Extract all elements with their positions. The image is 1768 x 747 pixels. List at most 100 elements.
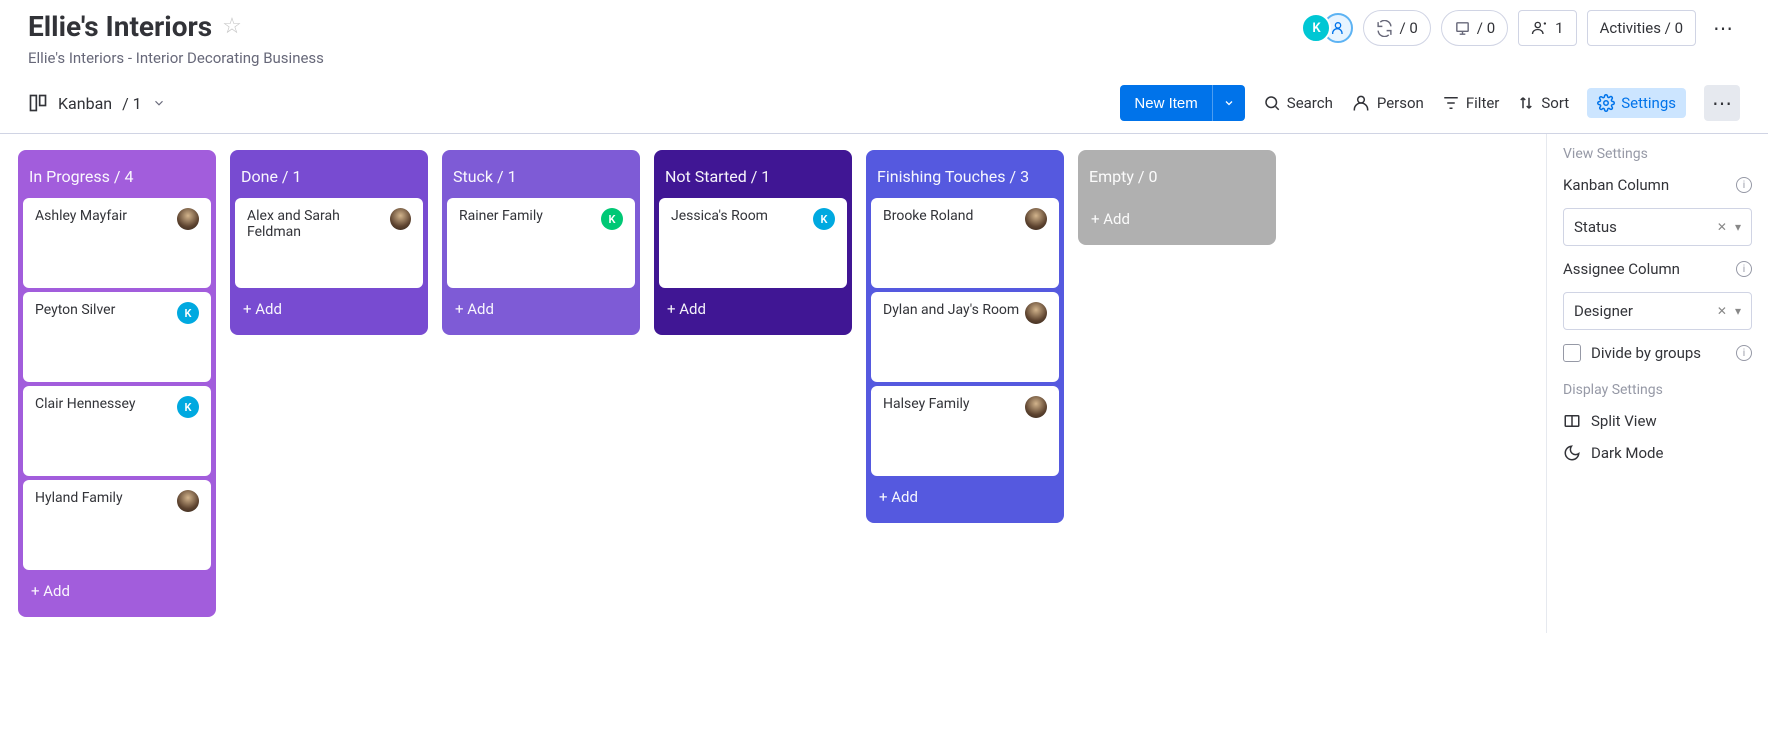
integrations-count-label: / 0 [1477,19,1495,37]
activities-button[interactable]: Activities / 0 [1587,10,1696,46]
kanban-column: Empty / 0+ Add [1078,150,1276,245]
moon-icon [1563,444,1581,462]
kanban-card[interactable]: Dylan and Jay's Room [871,292,1059,382]
column-header[interactable]: Empty / 0 [1083,155,1271,198]
dark-mode-option[interactable]: Dark Mode [1563,444,1752,462]
kanban-card[interactable]: Brooke Roland [871,198,1059,288]
chevron-down-icon[interactable]: ▾ [1735,220,1741,234]
assignee-avatar[interactable] [1025,396,1047,418]
kanban-card[interactable]: Hyland Family [23,480,211,570]
kanban-column: Stuck / 1 Rainer Family K + Add [442,150,640,335]
add-card-button[interactable]: + Add [447,288,635,330]
kanban-board: In Progress / 4 Ashley Mayfair Peyton Silv… [0,134,1546,633]
kanban-column: In Progress / 4 Ashley Mayfair Peyton Silv… [18,150,216,617]
assignee-avatar[interactable] [390,208,411,230]
column-header[interactable]: Not Started / 1 [659,155,847,198]
board-title[interactable]: Ellie's Interiors [28,10,212,43]
star-icon[interactable]: ☆ [222,14,242,39]
chevron-down-icon[interactable]: ▾ [1735,304,1741,318]
split-view-icon [1563,412,1581,430]
filter-icon [1442,94,1460,112]
add-card-button[interactable]: + Add [235,288,423,330]
clear-icon[interactable]: ✕ [1717,220,1727,234]
split-view-option[interactable]: Split View [1563,412,1752,430]
filter-label: Filter [1466,94,1500,112]
kanban-card[interactable]: Ashley Mayfair [23,198,211,288]
kanban-card[interactable]: Peyton SilverK [23,292,211,382]
split-view-label: Split View [1591,412,1657,430]
person-tool[interactable]: Person [1351,93,1424,113]
add-card-button[interactable]: + Add [23,570,211,612]
sort-icon [1517,94,1535,112]
integrations-counter[interactable]: / 0 [1441,10,1508,46]
kanban-column-label: Kanban Column [1563,176,1669,194]
settings-panel: View Settings Kanban Column i Status ✕▾ … [1546,134,1768,633]
assignee-avatar[interactable]: K [177,302,199,324]
board-more-icon[interactable]: ⋯ [1706,11,1740,45]
add-card-button[interactable]: + Add [871,476,1059,518]
info-icon[interactable]: i [1736,261,1752,277]
kanban-card[interactable]: Clair Hennessey K [23,386,211,476]
kanban-icon [28,93,48,113]
add-card-button[interactable]: + Add [659,288,847,330]
search-label: Search [1287,94,1333,112]
divide-by-groups-label: Divide by groups [1591,344,1701,362]
assignee-avatar[interactable] [1025,302,1047,324]
kanban-column: Done / 1Alex and Sarah Feldman+ Add [230,150,428,335]
card-title: Rainer Family [459,208,543,224]
add-card-button[interactable]: + Add [1083,198,1271,240]
assignee-column-select[interactable]: Designer ✕▾ [1563,292,1752,330]
card-title: Dylan and Jay's Room [883,302,1019,318]
sort-label: Sort [1541,94,1569,112]
filter-tool[interactable]: Filter [1442,94,1500,112]
assignee-avatar[interactable]: K [177,396,199,418]
toolbar-more-icon[interactable]: ⋯ [1704,85,1740,121]
kanban-column: Finishing Touches / 3 Brooke Roland Dylan … [866,150,1064,523]
automation-counter[interactable]: / 0 [1363,10,1430,46]
divide-by-groups-checkbox[interactable] [1563,344,1581,362]
view-name: Kanban [58,94,112,113]
new-item-button[interactable]: New Item [1120,85,1244,121]
assignee-avatar[interactable]: K [601,208,623,230]
members-button[interactable]: 1 [1518,10,1576,46]
avatar-group[interactable]: K [1301,13,1353,43]
kanban-column-select[interactable]: Status ✕▾ [1563,208,1752,246]
info-icon[interactable]: i [1736,345,1752,361]
card-title: Ashley Mayfair [35,208,127,224]
assignee-avatar[interactable] [177,208,199,230]
gear-icon [1597,94,1615,112]
settings-label: Settings [1621,94,1676,112]
column-header[interactable]: Done / 1 [235,155,423,198]
new-item-dropdown-icon[interactable] [1213,85,1245,121]
assignee-column-label: Assignee Column [1563,260,1680,278]
display-settings-heading: Display Settings [1563,382,1752,398]
clear-icon[interactable]: ✕ [1717,304,1727,318]
card-title: Brooke Roland [883,208,973,224]
info-icon[interactable]: i [1736,177,1752,193]
kanban-card[interactable]: Halsey Family [871,386,1059,476]
kanban-card[interactable]: Rainer Family K [447,198,635,288]
card-title: Clair Hennessey [35,396,135,412]
person-icon [1351,93,1371,113]
assignee-avatar[interactable] [177,490,199,512]
settings-tool[interactable]: Settings [1587,88,1686,118]
dark-mode-label: Dark Mode [1591,444,1663,462]
card-title: Hyland Family [35,490,123,506]
automation-count-label: / 0 [1399,19,1417,37]
column-header[interactable]: Finishing Touches / 3 [871,155,1059,198]
activities-label: Activities / 0 [1600,19,1683,37]
search-icon [1263,94,1281,112]
search-tool[interactable]: Search [1263,94,1333,112]
kanban-card[interactable]: Alex and Sarah Feldman [235,198,423,288]
sort-tool[interactable]: Sort [1517,94,1569,112]
view-selector[interactable]: Kanban / 1 [28,93,166,113]
assignee-avatar[interactable] [1025,208,1047,230]
assignee-avatar[interactable]: K [813,208,835,230]
kanban-card[interactable]: Jessica's Room K [659,198,847,288]
card-title: Jessica's Room [671,208,768,224]
column-header[interactable]: Stuck / 1 [447,155,635,198]
chevron-down-icon [152,96,166,110]
column-header[interactable]: In Progress / 4 [23,155,211,198]
kanban-column: Not Started / 1 Jessica's Room K + Add [654,150,852,335]
new-item-label: New Item [1120,85,1212,121]
